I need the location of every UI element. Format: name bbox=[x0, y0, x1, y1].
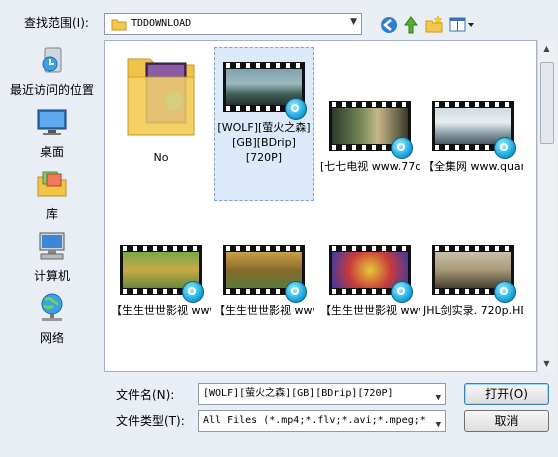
chevron-down-icon[interactable]: ▼ bbox=[432, 388, 441, 404]
video-file-item[interactable]: 【生生世世影视 www.ys3344.co... bbox=[214, 237, 314, 318]
cancel-button[interactable]: 取消 bbox=[464, 410, 549, 432]
computer-icon bbox=[39, 232, 65, 260]
video-file-item[interactable]: JHL剑实录. 720p.HD国语中... bbox=[423, 237, 523, 318]
new-folder-icon[interactable] bbox=[424, 15, 444, 35]
library-icon bbox=[37, 171, 67, 197]
media-player-icon bbox=[494, 281, 516, 303]
lookin-label: 查找范围(I): bbox=[24, 16, 89, 30]
lookin-combo[interactable]: TDDOWNLOAD ▼ bbox=[104, 13, 362, 35]
video-thumbnail bbox=[120, 237, 204, 303]
media-player-icon bbox=[285, 98, 307, 120]
place-library[interactable]: 库 bbox=[0, 168, 104, 222]
folder-item[interactable]: No bbox=[111, 47, 211, 165]
desktop-icon bbox=[37, 109, 67, 135]
video-file-item[interactable]: 【全集网 www.quanji.cc... bbox=[423, 93, 523, 174]
lookin-path: TDDOWNLOAD bbox=[131, 18, 192, 29]
back-icon[interactable] bbox=[379, 15, 399, 35]
file-list[interactable]: No [WOLF][萤火之森][GB][BDrip][720P] [七七电视 w… bbox=[104, 40, 537, 372]
place-network[interactable]: 网络 bbox=[0, 292, 104, 346]
view-menu-icon[interactable] bbox=[448, 15, 476, 35]
chevron-down-icon[interactable]: ▼ bbox=[432, 415, 441, 431]
places-bar: 最近访问的位置 桌面 库 计算机 网络 bbox=[0, 40, 104, 370]
filetype-select[interactable]: All Files (*.mp4;*.flv;*.avi;*.mpeg;* ▼ bbox=[198, 410, 446, 432]
filename-field[interactable]: [WOLF][萤火之森][GB][BDrip][720P] ▼ bbox=[198, 383, 446, 405]
media-player-icon bbox=[285, 281, 307, 303]
network-icon bbox=[41, 293, 63, 321]
media-player-icon bbox=[494, 137, 516, 159]
folder-icon bbox=[111, 19, 127, 31]
video-thumbnail bbox=[432, 93, 516, 159]
media-player-icon bbox=[391, 281, 413, 303]
place-computer[interactable]: 计算机 bbox=[0, 230, 104, 284]
recent-places-icon bbox=[42, 47, 62, 73]
scroll-up-icon[interactable]: ▲ bbox=[538, 40, 555, 57]
place-desktop[interactable]: 桌面 bbox=[0, 106, 104, 160]
video-file-item[interactable]: 【生生世世影视 www.ys3344.co... bbox=[320, 237, 420, 318]
video-thumbnail bbox=[223, 237, 307, 303]
filename-label: 文件名(N): bbox=[116, 388, 175, 402]
open-button[interactable]: 打开(O) bbox=[464, 383, 549, 405]
video-thumbnail bbox=[223, 54, 307, 120]
video-thumbnail bbox=[329, 93, 413, 159]
video-thumbnail bbox=[432, 237, 516, 303]
video-file-item[interactable]: 【生生世世影视 www.ys3344.co... bbox=[111, 237, 211, 318]
media-player-icon bbox=[182, 281, 204, 303]
video-thumbnail bbox=[329, 237, 413, 303]
place-recent[interactable]: 最近访问的位置 bbox=[0, 44, 104, 98]
scroll-down-icon[interactable]: ▼ bbox=[538, 355, 555, 372]
media-player-icon bbox=[391, 137, 413, 159]
video-file-item[interactable]: [WOLF][萤火之森][GB][BDrip][720P] bbox=[214, 47, 314, 201]
scrollbar-thumb[interactable] bbox=[540, 62, 554, 144]
video-file-item[interactable]: [七七电视 www.77ds.com... bbox=[320, 93, 420, 174]
up-folder-icon[interactable] bbox=[401, 15, 421, 35]
filetype-label: 文件类型(T): bbox=[116, 414, 185, 428]
chevron-down-icon[interactable]: ▼ bbox=[350, 17, 357, 27]
vertical-scrollbar[interactable]: ▲ ▼ bbox=[537, 40, 555, 372]
folder-icon bbox=[127, 58, 195, 136]
